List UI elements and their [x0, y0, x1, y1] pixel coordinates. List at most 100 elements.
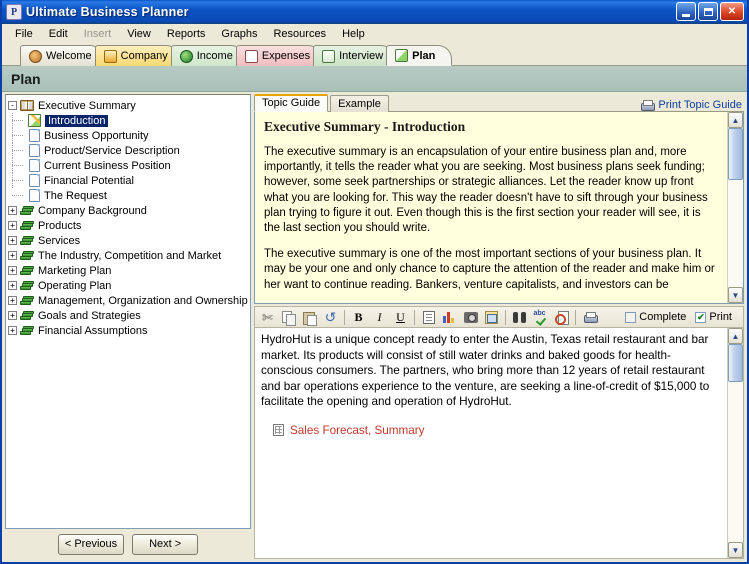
copy-button[interactable] [278, 308, 299, 327]
menu-resources[interactable]: Resources [265, 26, 334, 42]
complete-checkbox[interactable] [625, 311, 637, 323]
camera-icon [463, 311, 478, 323]
tree-item[interactable]: The Request [8, 188, 250, 203]
tree-expander[interactable]: + [8, 326, 17, 335]
tree-expander[interactable]: + [8, 266, 17, 275]
tree-item[interactable]: Introduction [8, 113, 250, 128]
topic-guide-paragraph-1: The executive summary is an encapsulatio… [264, 146, 708, 235]
print-topic-guide-link[interactable]: Print Topic Guide [640, 99, 742, 111]
tab-example[interactable]: Example [330, 95, 389, 112]
menu-reports[interactable]: Reports [159, 26, 214, 42]
tab-topic-guide[interactable]: Topic Guide [254, 94, 329, 112]
restore-button[interactable] [698, 2, 718, 21]
tree-expander[interactable]: + [8, 206, 17, 215]
plan-text-editor[interactable]: HydroHut is a unique concept ready to en… [254, 328, 744, 559]
editor-scroll-down-button[interactable]: ▼ [728, 542, 743, 558]
tree-item-label: Financial Potential [44, 174, 134, 187]
scroll-down-button[interactable]: ▼ [728, 287, 743, 303]
tree-item[interactable]: Business Opportunity [8, 128, 250, 143]
globe-icon [179, 49, 193, 63]
toolbar-separator [344, 309, 345, 325]
menu-graphs[interactable]: Graphs [213, 26, 265, 42]
tree-item[interactable]: + Management, Organization and Ownership [8, 293, 250, 308]
tree-item-label: Operating Plan [38, 279, 112, 292]
editor-scroll-thumb[interactable] [728, 344, 743, 382]
tab-welcome[interactable]: Welcome [20, 45, 104, 66]
spellcheck-icon [534, 310, 548, 324]
tree-expander[interactable]: + [8, 281, 17, 290]
tree-item[interactable]: Current Business Position [8, 158, 250, 173]
tree-item[interactable]: + Marketing Plan [8, 263, 250, 278]
tree-item[interactable]: + Company Background [8, 203, 250, 218]
sales-forecast-link[interactable]: Sales Forecast, Summary [273, 424, 719, 437]
editor-content[interactable]: HydroHut is a unique concept ready to en… [255, 328, 727, 558]
tree-item[interactable]: + Operating Plan [8, 278, 250, 293]
scroll-track[interactable] [728, 128, 743, 287]
insert-page-button[interactable] [418, 308, 439, 327]
menu-insert: Insert [83, 28, 112, 40]
printer-icon [640, 99, 656, 111]
menu-help[interactable]: Help [334, 26, 373, 42]
tab-company[interactable]: Company [94, 45, 180, 66]
insert-object-button[interactable] [481, 308, 502, 327]
menu-bar: File Edit Insert View Reports Graphs Res… [2, 24, 747, 44]
undo-button[interactable]: ↺ [320, 308, 341, 327]
topic-guide-scrollbar[interactable]: ▲ ▼ [727, 112, 743, 303]
application-window: P Ultimate Business Planner ✕ File Edit … [0, 0, 749, 564]
tree-expander[interactable]: + [8, 251, 17, 260]
tree-item[interactable]: - Executive Summary [8, 98, 250, 113]
tree-item[interactable]: + The Industry, Competition and Market [8, 248, 250, 263]
insert-chart-button[interactable] [439, 308, 460, 327]
scroll-thumb[interactable] [728, 128, 743, 180]
tree-expander[interactable]: + [8, 296, 17, 305]
editor-scroll-up-button[interactable]: ▲ [728, 328, 743, 344]
print-checkbox[interactable]: ✔ [695, 311, 707, 323]
tree-expander[interactable]: + [8, 236, 17, 245]
tab-interview[interactable]: Interview [313, 45, 396, 66]
italic-icon: I [377, 309, 382, 324]
insert-image-button[interactable] [460, 308, 481, 327]
tree-item[interactable]: Financial Potential [8, 173, 250, 188]
tab-income[interactable]: Income [170, 45, 245, 66]
editor-paragraph: HydroHut is a unique concept ready to en… [261, 333, 710, 408]
close-button[interactable]: ✕ [720, 2, 744, 21]
tree-expander[interactable]: + [8, 311, 17, 320]
paste-button[interactable] [299, 308, 320, 327]
menu-file[interactable]: File [7, 26, 41, 42]
green-books-icon [20, 265, 34, 277]
tab-expenses[interactable]: Expenses [235, 45, 323, 66]
tree-item[interactable]: + Services [8, 233, 250, 248]
tree-item[interactable]: Product/Service Description [8, 143, 250, 158]
window-controls: ✕ [676, 2, 744, 21]
spell-check-button[interactable] [530, 308, 551, 327]
next-button[interactable]: Next > [132, 533, 199, 555]
italic-button[interactable]: I [369, 308, 390, 327]
scroll-up-button[interactable]: ▲ [728, 112, 743, 128]
underline-button[interactable]: U [390, 308, 411, 327]
tree-item[interactable]: + Financial Assumptions [8, 323, 250, 338]
menu-edit[interactable]: Edit [41, 26, 76, 42]
tab-plan[interactable]: Plan [386, 45, 453, 66]
print-button[interactable] [579, 308, 600, 327]
print-preview-icon [554, 310, 569, 325]
menu-view[interactable]: View [119, 26, 159, 42]
previous-button[interactable]: < Previous [57, 533, 125, 555]
tree-item-label: Services [38, 234, 81, 247]
tree-expander[interactable]: + [8, 221, 17, 230]
editor-scrollbar[interactable]: ▲ ▼ [727, 328, 743, 558]
print-preview-button[interactable] [551, 308, 572, 327]
tree-item-label: The Industry, Competition and Market [38, 249, 222, 262]
green-books-icon [20, 250, 34, 262]
minimize-button[interactable] [676, 2, 696, 21]
plan-outline-tree[interactable]: - Executive Summary Introduction Business O… [5, 94, 251, 529]
tree-expander[interactable]: - [8, 101, 17, 110]
pencil-icon [395, 49, 409, 62]
find-button[interactable] [509, 308, 530, 327]
printer-icon [583, 311, 598, 323]
tree-navigation: < Previous Next > [5, 529, 251, 559]
tree-item[interactable]: + Products [8, 218, 250, 233]
cut-button[interactable]: ✄ [257, 308, 278, 327]
tree-item[interactable]: + Goals and Strategies [8, 308, 250, 323]
editor-scroll-track[interactable] [728, 344, 743, 542]
bold-button[interactable]: B [348, 308, 369, 327]
